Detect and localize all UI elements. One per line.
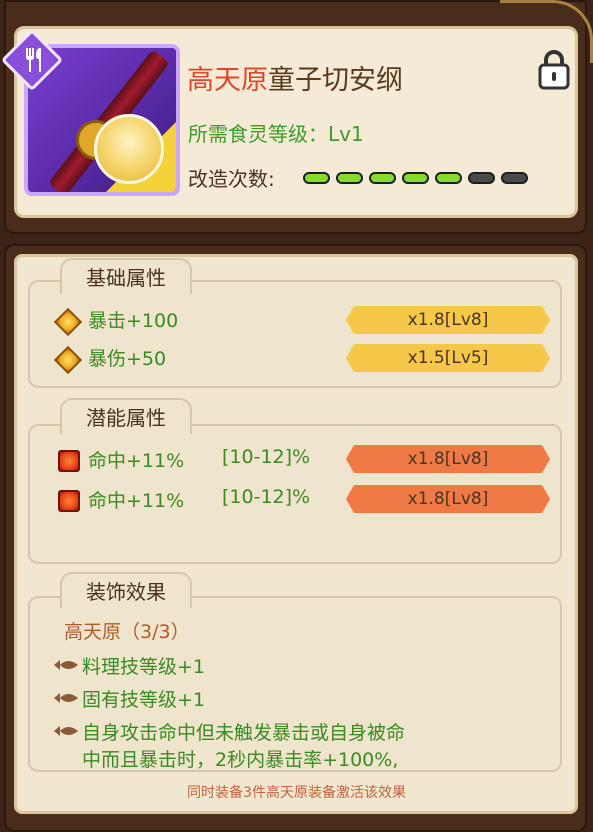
modification-pip xyxy=(468,172,495,184)
modification-pip xyxy=(369,172,396,184)
potential-attr-label: 命中+11% xyxy=(88,450,185,472)
accuracy-gem-icon xyxy=(58,450,80,472)
food-soul-portrait-avatar[interactable] xyxy=(94,114,164,184)
set-effect-line: 自身攻击命中但未触发暴击或自身被命 xyxy=(82,722,406,744)
item-title-prefix: 高天原 xyxy=(187,65,268,96)
required-level-text: 所需食灵等级：Lv1 xyxy=(188,122,364,146)
item-title-name: 童子切安纲 xyxy=(268,65,403,96)
modification-pip xyxy=(303,172,330,184)
basic-attr-label: 暴伤+50 xyxy=(88,348,167,370)
potential-attr-range: [10-12]% xyxy=(222,446,311,468)
modification-progress xyxy=(303,172,528,184)
potential-attr-label: 命中+11% xyxy=(88,490,185,512)
modification-pip xyxy=(435,172,462,184)
set-effect-line: 中而且暴击时，2秒内暴击率+100%, xyxy=(82,749,399,771)
modification-count-label: 改造次数: xyxy=(188,167,275,191)
basic-attributes-tab: 基础属性 xyxy=(60,258,192,294)
basic-attr-multiplier: x1.8[Lv8] xyxy=(346,306,550,334)
fish-bullet-icon xyxy=(54,693,78,703)
item-title: 高天原童子切安纲 xyxy=(187,58,403,97)
basic-attr-label: 暴击+100 xyxy=(88,310,179,332)
potential-attr-range: [10-12]% xyxy=(222,486,311,508)
potential-attributes-tab: 潜能属性 xyxy=(60,398,192,434)
potential-attr-multiplier: x1.8[Lv8] xyxy=(346,445,550,473)
set-activation-note: 同时装备3件高天原装备激活该效果 xyxy=(187,785,406,801)
lock-icon[interactable] xyxy=(536,48,572,90)
set-effect-line: 固有技等级+1 xyxy=(82,689,206,711)
basic-attr-multiplier: x1.5[Lv5] xyxy=(346,344,550,372)
set-effect-line: 料理技等级+1 xyxy=(82,656,206,678)
modification-pip xyxy=(501,172,528,184)
accuracy-gem-icon xyxy=(58,490,80,512)
fish-bullet-icon xyxy=(54,726,78,736)
fork-knife-icon xyxy=(22,46,46,74)
modification-pip xyxy=(402,172,429,184)
set-name: 高天原（3/3） xyxy=(64,621,190,643)
potential-attr-multiplier: x1.8[Lv8] xyxy=(346,485,550,513)
fish-bullet-icon xyxy=(54,660,78,670)
modification-pip xyxy=(336,172,363,184)
set-effect-tab: 装饰效果 xyxy=(60,572,192,608)
